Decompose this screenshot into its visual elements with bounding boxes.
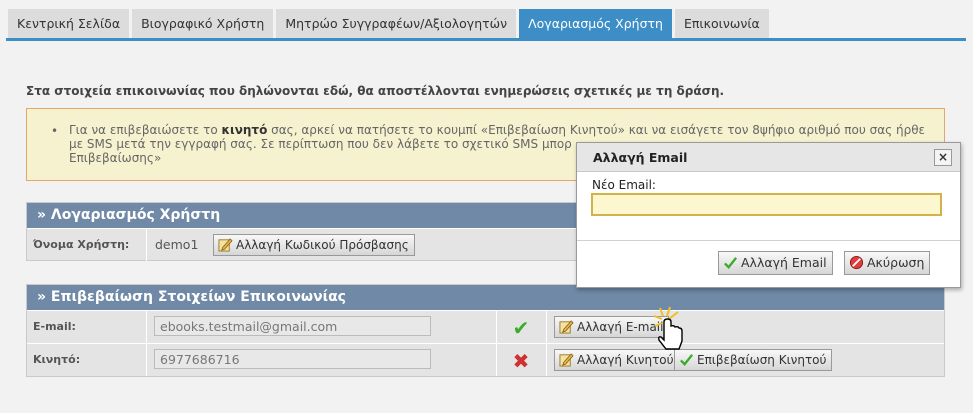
intro-text: Στα στοιχεία επικοινωνίας που δηλώνονται… [26, 84, 725, 98]
edit-icon [218, 238, 233, 252]
contact-panel-title: » Επιβεβαίωση Στοιχείων Επικοινωνίας [27, 285, 944, 310]
username-label: Όνομα Χρήστη: [27, 229, 147, 261]
close-icon[interactable]: × [934, 149, 952, 166]
email-row: E-mail: ✔ Αλλαγή E-mail [27, 310, 944, 343]
confirm-email-label: Αλλαγή Email [741, 255, 827, 270]
change-mobile-button[interactable]: Αλλαγή Κινητού [554, 349, 680, 371]
main-tabs: Κεντρική Σελίδα Βιογραφικό Χρήστη Μητρώο… [8, 9, 769, 38]
cross-icon: ✖ [512, 349, 530, 373]
bullet: • [51, 124, 59, 138]
username-value: demo1 [155, 237, 199, 252]
mobile-row: Κινητό: ✖ Αλλαγή Κινητού Επιβεβαίωση Κιν… [27, 343, 944, 376]
check-icon [724, 257, 738, 269]
divider [546, 344, 547, 376]
new-email-input[interactable] [591, 193, 942, 216]
new-email-label: Νέο Email: [592, 178, 656, 192]
cancel-button[interactable]: Ακύρωση [844, 251, 931, 275]
tab-registry[interactable]: Μητρώο Συγγραφέων/Αξιολογητών [276, 9, 517, 38]
change-password-button[interactable]: Αλλαγή Κωδικού Πρόσβασης [213, 234, 415, 256]
change-password-label: Αλλαγή Κωδικού Πρόσβασης [236, 238, 409, 252]
divider [496, 344, 497, 376]
tab-user-account[interactable]: Λογαριασμός Χρήστη [519, 9, 672, 38]
tab-underline [6, 38, 966, 41]
contact-panel: » Επιβεβαίωση Στοιχείων Επικοινωνίας E-m… [26, 284, 945, 377]
tab-contact[interactable]: Επικοινωνία [674, 9, 769, 38]
change-email-label: Αλλαγή E-mail [577, 320, 664, 334]
notice-text-part: Επιβεβαίωσης» [69, 151, 162, 165]
confirm-mobile-button[interactable]: Επιβεβαίωση Κινητού [674, 349, 833, 371]
divider [496, 311, 497, 343]
change-mobile-label: Αλλαγή Κινητού [577, 353, 674, 367]
dialog-title: Αλλαγή Email [577, 143, 960, 172]
notice-bold: κινητό [221, 123, 268, 137]
divider [546, 311, 547, 343]
email-label: E-mail: [27, 311, 147, 343]
cancel-icon [849, 255, 864, 270]
divider [577, 240, 960, 241]
tab-home[interactable]: Κεντρική Σελίδα [8, 9, 130, 38]
edit-icon [559, 353, 574, 367]
mobile-field[interactable] [154, 349, 431, 369]
confirm-mobile-label: Επιβεβαίωση Κινητού [697, 353, 827, 367]
mobile-label: Κινητό: [27, 344, 147, 376]
tab-user-cv[interactable]: Βιογραφικό Χρήστη [132, 9, 274, 38]
check-icon: ✔ [512, 316, 530, 340]
hand-cursor-icon [653, 306, 683, 350]
email-field[interactable] [154, 316, 431, 336]
change-email-dialog: Αλλαγή Email × Νέο Email: Αλλαγή Email Α… [576, 142, 961, 288]
notice-text-part: Για να επιβεβαιώσετε το [69, 123, 222, 137]
edit-icon [559, 320, 574, 334]
check-icon [680, 354, 694, 366]
confirm-email-change-button[interactable]: Αλλαγή Email [718, 251, 833, 275]
cancel-label: Ακύρωση [867, 255, 925, 270]
